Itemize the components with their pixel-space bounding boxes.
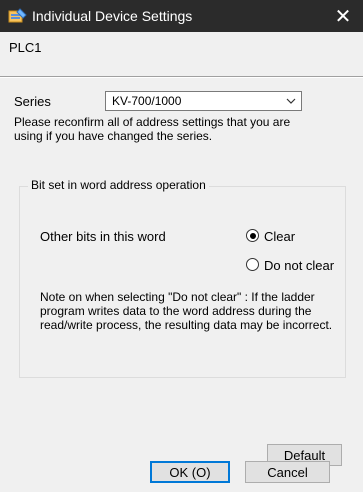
ok-button[interactable]: OK (O): [150, 461, 230, 483]
series-note: Please reconfirm all of address settings…: [14, 115, 291, 143]
radio-do-not-clear-label[interactable]: Do not clear: [264, 258, 334, 273]
radio-clear-label[interactable]: Clear: [264, 229, 295, 244]
bit-set-groupbox: [19, 186, 346, 378]
series-selected-value: KV-700/1000: [112, 94, 182, 108]
groupbox-title: Bit set in word address operation: [28, 178, 209, 192]
series-dropdown[interactable]: KV-700/1000: [105, 91, 302, 111]
close-icon: ✕: [334, 5, 352, 28]
chevron-down-icon: [286, 98, 296, 104]
other-bits-label: Other bits in this word: [40, 229, 166, 244]
app-settings-icon: [8, 8, 27, 23]
radio-selected-dot: [249, 232, 256, 239]
plc-label: PLC1: [9, 40, 42, 55]
radio-clear[interactable]: [246, 229, 259, 242]
title-bar: Individual Device Settings ✕: [0, 0, 363, 32]
close-button[interactable]: ✕: [323, 0, 363, 32]
series-label: Series: [14, 94, 51, 109]
divider-highlight: [0, 77, 363, 78]
do-not-clear-note: Note on when selecting "Do not clear" : …: [40, 290, 333, 332]
window-title: Individual Device Settings: [32, 8, 193, 24]
cancel-button[interactable]: Cancel: [245, 461, 330, 483]
radio-do-not-clear[interactable]: [246, 258, 259, 271]
